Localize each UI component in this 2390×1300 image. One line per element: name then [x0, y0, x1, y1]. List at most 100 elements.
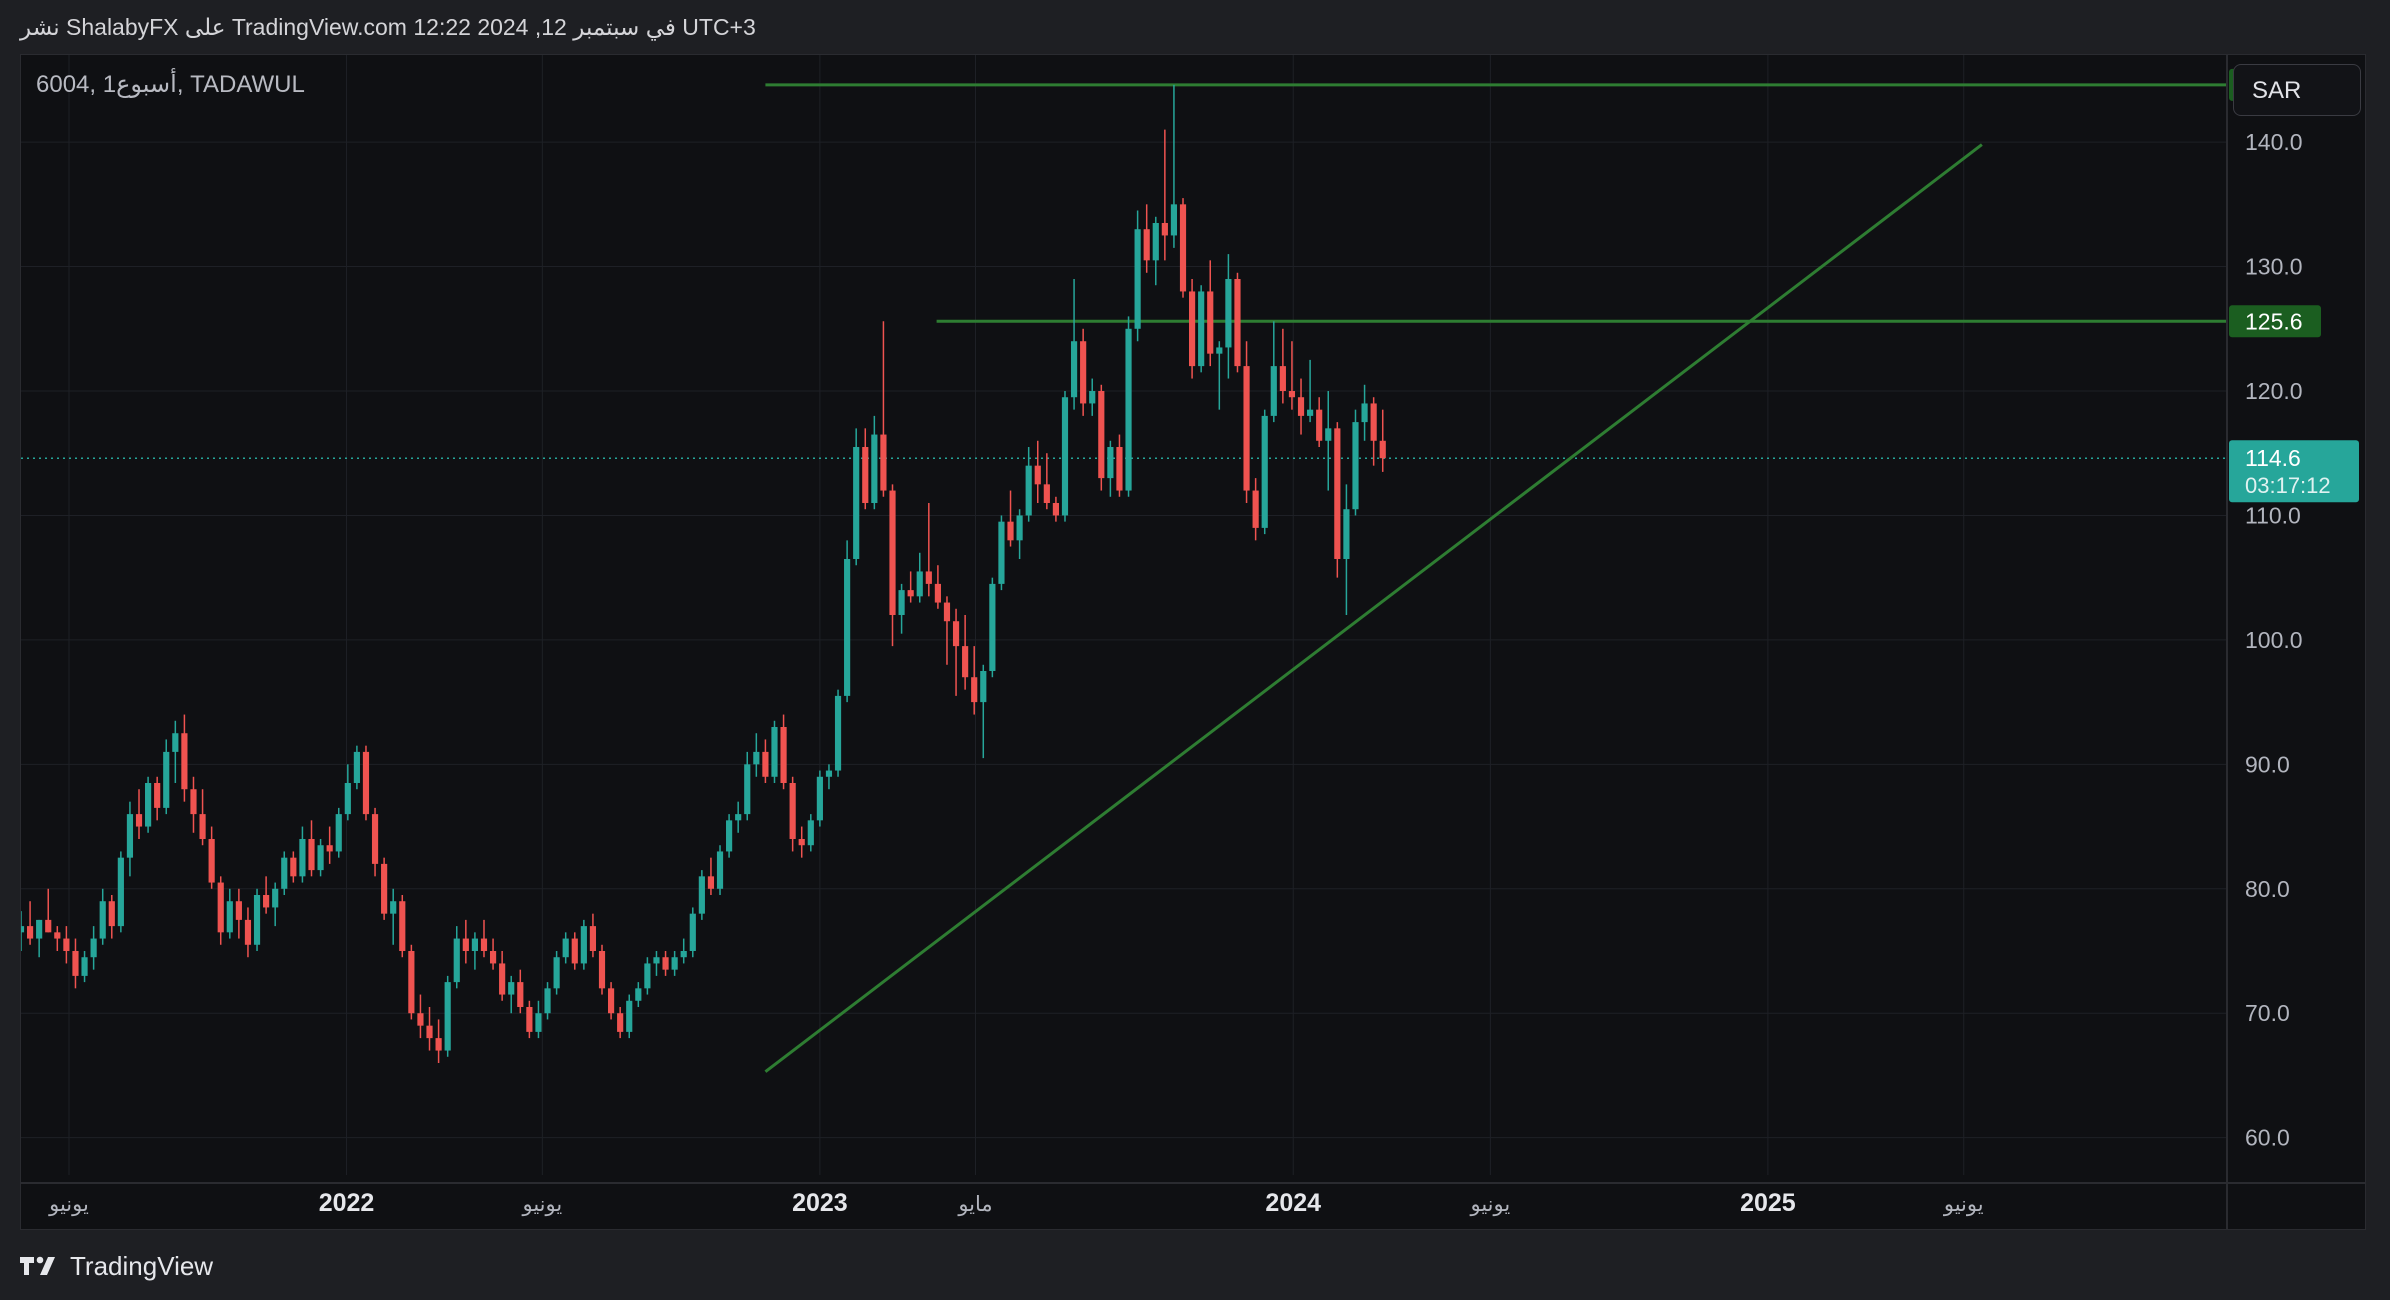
- candle-body: [952, 621, 960, 647]
- candle-body: [26, 926, 34, 939]
- candle-body: [1207, 291, 1214, 354]
- candle-body: [553, 957, 560, 989]
- candle-body: [1016, 515, 1023, 541]
- candle-body: [880, 434, 887, 491]
- candle-body: [844, 559, 851, 696]
- candle-body: [1198, 291, 1205, 367]
- y-tick-label: 70.0: [2245, 1000, 2290, 1026]
- candle-body: [154, 783, 161, 808]
- publish-caption: نشر ShalabyFX على TradingView.com في سبت…: [20, 14, 756, 40]
- candle-body: [54, 932, 61, 939]
- candle-body: [317, 845, 324, 871]
- candle-body: [1325, 428, 1332, 441]
- tradingview-brand[interactable]: TradingView: [20, 1250, 213, 1282]
- candle-body: [825, 770, 833, 777]
- bar-countdown-label: 03:17:12: [2245, 473, 2331, 498]
- candle-body: [226, 901, 233, 933]
- candle-body: [644, 963, 651, 989]
- candle-body: [925, 571, 932, 584]
- candle-body: [108, 901, 115, 927]
- candle-body: [1334, 428, 1341, 559]
- candle-body: [1161, 223, 1168, 236]
- tradingview-logo-icon: [20, 1256, 55, 1275]
- currency-button[interactable]: SAR: [2233, 64, 2361, 116]
- candle-body: [1080, 341, 1087, 404]
- candle-body: [1225, 279, 1232, 348]
- candle-body: [1125, 328, 1132, 491]
- candle-body: [426, 1025, 433, 1039]
- candle-body: [1116, 447, 1123, 491]
- candle-body: [453, 938, 460, 983]
- candle-body: [735, 814, 742, 821]
- candle-body: [290, 857, 297, 877]
- candle-body: [771, 727, 778, 777]
- last-price-label: 114.6: [2245, 445, 2301, 471]
- candle-body: [562, 938, 569, 958]
- candle-body: [798, 839, 805, 846]
- candle-body: [1134, 229, 1141, 329]
- candle-body: [1279, 366, 1286, 391]
- candle-body: [753, 751, 760, 765]
- candle-body: [544, 988, 551, 1014]
- candle-body: [244, 919, 252, 945]
- candle-body: [635, 988, 642, 1001]
- x-tick-label: 2025: [1740, 1189, 1796, 1217]
- candle-body: [943, 602, 951, 622]
- candle-body: [907, 590, 914, 597]
- candle-body: [1243, 366, 1250, 491]
- candle-body: [480, 938, 488, 951]
- candle-body: [816, 776, 823, 821]
- candle-body: [1379, 440, 1386, 459]
- candle-body: [217, 882, 224, 933]
- y-tick-label: 80.0: [2245, 876, 2290, 902]
- symbol-label: 6004, 1أسبوع, TADAWUL: [36, 71, 305, 98]
- axes: 140.0 130.0 120.0 110.0 100.0 90.0 80.0 70.0 60.…: [21, 55, 2365, 1229]
- brand-label: TradingView: [70, 1250, 214, 1281]
- candle-body: [263, 895, 270, 908]
- price-chart[interactable]: 140.0 130.0 120.0 110.0 100.0 90.0 80.0 70.0 60.…: [21, 55, 2366, 1230]
- candle-body: [199, 814, 206, 839]
- candle-body: [499, 963, 506, 995]
- candle-body: [1316, 409, 1323, 441]
- candle-body: [571, 938, 578, 964]
- candle-body: [1025, 465, 1032, 516]
- chart-panel[interactable]: 140.0 130.0 120.0 110.0 100.0 90.0 80.0 70.0 60.…: [20, 54, 2366, 1230]
- candle-body: [81, 957, 88, 976]
- candle-body: [435, 1038, 442, 1051]
- candle-body: [989, 583, 996, 671]
- candle-body: [834, 695, 842, 771]
- candle-body: [653, 957, 660, 964]
- x-tick-label: يونيو: [1943, 1193, 1984, 1217]
- candle-body: [526, 1007, 533, 1032]
- level-label: 125.6: [2245, 308, 2303, 334]
- candle-body: [399, 901, 406, 951]
- candle-body: [598, 951, 606, 989]
- candle-body: [90, 938, 97, 958]
- candle-body: [381, 863, 388, 914]
- candle-body: [235, 901, 242, 920]
- candle-body: [626, 1000, 633, 1032]
- candle-body: [934, 583, 941, 603]
- y-tick-label: 120.0: [2245, 378, 2303, 404]
- y-tick-label: 110.0: [2245, 502, 2301, 528]
- candle-body: [172, 733, 179, 752]
- candle-body: [353, 751, 360, 783]
- candle-body: [716, 851, 724, 889]
- candle-body: [744, 764, 751, 815]
- candle-body: [99, 901, 106, 939]
- candle-body: [72, 951, 79, 976]
- candle-body: [862, 447, 869, 503]
- candle-body: [308, 839, 315, 871]
- candle-body: [371, 814, 379, 864]
- candle-body: [181, 733, 188, 790]
- candle-body: [1216, 347, 1223, 354]
- candle-body: [299, 839, 306, 877]
- candle-body: [1089, 391, 1096, 404]
- candle-body: [462, 938, 469, 951]
- candle-body: [1234, 279, 1241, 367]
- candle-body: [535, 1013, 542, 1032]
- candle-body: [117, 857, 124, 927]
- candle-body: [762, 751, 769, 777]
- candle-body: [1107, 447, 1114, 479]
- candle-body: [489, 951, 497, 964]
